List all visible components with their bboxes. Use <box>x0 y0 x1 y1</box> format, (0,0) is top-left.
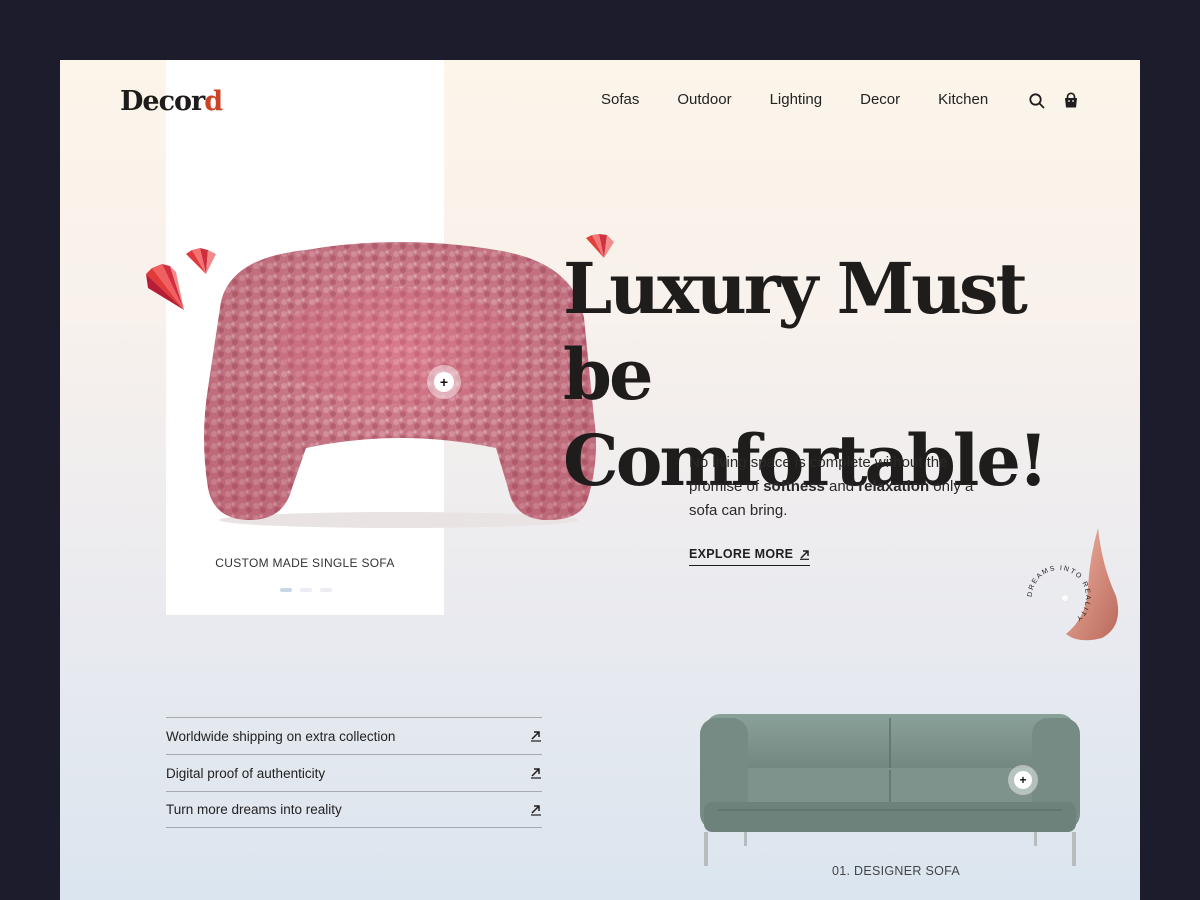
shopping-bag-icon[interactable] <box>1062 92 1080 110</box>
pink-armchair-image <box>204 242 596 528</box>
hero-desc-bold: softness <box>763 478 825 495</box>
feature-item[interactable]: Digital proof of authenticity <box>166 754 542 791</box>
feature-label: Turn more dreams into reality <box>166 802 342 817</box>
explore-more-link[interactable]: EXPLORE MORE <box>689 547 811 566</box>
logo-text: Decor <box>120 86 205 117</box>
plus-icon: + <box>1014 771 1032 789</box>
nav-item-outdoor[interactable]: Outdoor <box>677 91 731 108</box>
feature-item[interactable]: Worldwide shipping on extra collection <box>166 717 542 754</box>
slider-dots <box>280 588 332 592</box>
nav-icons <box>1028 92 1080 110</box>
explore-more-label: EXPLORE MORE <box>689 547 794 561</box>
badge-text: DREAMS INTO REALITY <box>1027 565 1090 623</box>
feature-label: Worldwide shipping on extra collection <box>166 728 396 744</box>
main-nav: Sofas Outdoor Lighting Decor Kitchen <box>601 91 1026 108</box>
feature-item[interactable]: Turn more dreams into reality <box>166 791 542 828</box>
hero-desc-bold: relaxation <box>858 478 930 495</box>
sofa-hotspot[interactable]: + <box>1008 765 1038 795</box>
product-hotspot[interactable]: + <box>427 365 461 399</box>
secondary-product-label: 01. DESIGNER SOFA <box>831 864 961 878</box>
dreams-into-reality-badge: DREAMS INTO REALITY <box>1027 565 1091 623</box>
arrow-up-right-icon <box>800 549 810 560</box>
features-list: Worldwide shipping on extra collection D… <box>166 717 542 828</box>
arrow-up-right-icon <box>531 731 541 742</box>
feature-label: Digital proof of authenticity <box>166 765 326 781</box>
nav-item-lighting[interactable]: Lighting <box>770 91 823 108</box>
landing-page: Decord Sofas Outdoor Lighting Decor Kitc… <box>60 60 1140 900</box>
slider-dot[interactable] <box>280 588 292 592</box>
brand-logo[interactable]: Decord <box>120 86 223 117</box>
hero-description: No living space is complete without the … <box>689 451 979 523</box>
hero-desc-text: and <box>824 478 859 495</box>
plus-icon: + <box>434 372 454 392</box>
slider-dot[interactable] <box>300 588 312 592</box>
slider-dot[interactable] <box>320 588 332 592</box>
search-icon[interactable] <box>1028 92 1046 110</box>
nav-item-decor[interactable]: Decor <box>860 91 900 108</box>
hero-title-line1: Luxury Must be <box>563 247 1028 416</box>
logo-accent: d <box>204 86 223 117</box>
arrow-up-right-icon <box>531 804 541 816</box>
product-card-label: CUSTOM MADE SINGLE SOFA <box>215 556 395 570</box>
nav-item-kitchen[interactable]: Kitchen <box>938 91 988 108</box>
nav-item-sofas[interactable]: Sofas <box>601 91 639 108</box>
arrow-up-right-icon <box>531 768 541 779</box>
svg-text:DREAMS INTO REALITY: DREAMS INTO REALITY <box>1027 565 1091 623</box>
